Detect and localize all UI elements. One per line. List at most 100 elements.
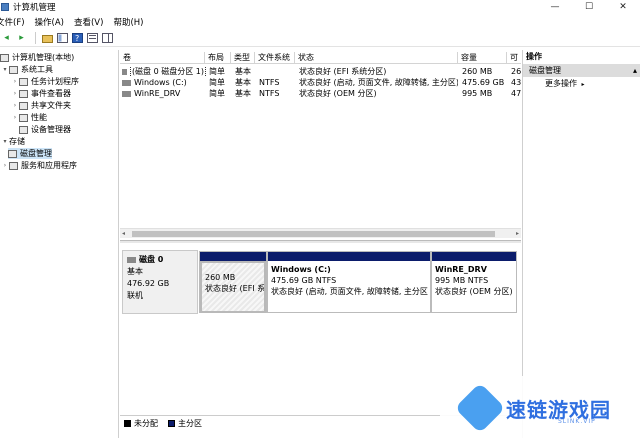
watermark-subtext: SLINK.VIP bbox=[558, 418, 596, 425]
tree-item-label: 存储 bbox=[9, 137, 25, 146]
tree-item-performance[interactable]: › 性能 bbox=[11, 112, 47, 123]
tree-item-device-manager[interactable]: 设备管理器 bbox=[19, 124, 71, 135]
chevron-down-icon[interactable]: ▾ bbox=[1, 66, 9, 73]
disk-icon bbox=[127, 257, 136, 263]
tree-root-label: 计算机管理(本地) bbox=[12, 53, 75, 62]
menu-action[interactable]: 操作(A) bbox=[35, 16, 66, 28]
volume-row[interactable]: WinRE_DRV 简单 基本 NTFS 状态良好 (OEM 分区) 995 M… bbox=[120, 88, 521, 99]
tree-item-label: 共享文件夹 bbox=[31, 101, 71, 110]
volume-type: 基本 bbox=[235, 78, 251, 87]
actions-title: 操作 bbox=[526, 52, 542, 61]
column-header-free[interactable]: 可 bbox=[507, 52, 521, 64]
window-controls: — ☐ ✕ bbox=[538, 0, 640, 14]
chevron-right-icon[interactable]: › bbox=[11, 78, 19, 85]
column-header-capacity[interactable]: 容量 bbox=[458, 52, 507, 64]
column-header-type[interactable]: 类型 bbox=[231, 52, 255, 64]
chevron-right-icon[interactable]: › bbox=[11, 102, 19, 109]
column-header-volume[interactable]: 卷 bbox=[120, 52, 205, 64]
chevron-right-icon[interactable]: › bbox=[1, 162, 9, 169]
scroll-left-icon[interactable]: ◂ bbox=[122, 229, 125, 239]
scrollbar-thumb[interactable] bbox=[132, 231, 495, 237]
tree-item-label: 磁盘管理 bbox=[20, 149, 52, 158]
collapse-icon[interactable]: ▴ bbox=[633, 64, 637, 77]
partition-name: WinRE_DRV bbox=[435, 265, 487, 274]
volume-capacity: 260 MB bbox=[462, 67, 493, 76]
partition-winre[interactable]: WinRE_DRV 995 MB NTFS 状态良好 (OEM 分区) bbox=[431, 251, 517, 313]
horizontal-scrollbar[interactable]: ◂ ▸ bbox=[120, 228, 521, 238]
tree-root[interactable]: 计算机管理(本地) bbox=[0, 52, 74, 63]
column-header-filesystem[interactable]: 文件系统 bbox=[255, 52, 295, 64]
console-tree: 计算机管理(本地) ▾ 系统工具 › 任务计划程序 › 事件查看器 › 共享文件… bbox=[0, 50, 119, 438]
services-icon bbox=[9, 161, 18, 170]
device-manager-icon bbox=[19, 125, 28, 134]
volume-layout: 简单 bbox=[209, 89, 225, 98]
tree-item-storage[interactable]: ▾ 存储 bbox=[1, 136, 25, 147]
tree-item-label: 系统工具 bbox=[21, 65, 53, 74]
disk-state: 联机 bbox=[127, 291, 143, 300]
menu-view[interactable]: 查看(V) bbox=[74, 16, 105, 28]
help-icon[interactable]: ? bbox=[71, 32, 84, 44]
volume-filesystem bbox=[255, 66, 295, 77]
svg-text:?: ? bbox=[75, 34, 79, 43]
chevron-right-icon[interactable]: › bbox=[11, 114, 19, 121]
legend-primary: 主分区 bbox=[178, 419, 202, 428]
back-arrow-icon[interactable]: ◂ bbox=[0, 32, 13, 44]
maximize-button[interactable]: ☐ bbox=[572, 0, 606, 14]
properties-icon[interactable] bbox=[86, 32, 99, 44]
tree-item-label: 任务计划程序 bbox=[31, 77, 79, 86]
chevron-down-icon[interactable]: ▾ bbox=[1, 138, 9, 145]
volume-row[interactable]: (磁盘 0 磁盘分区 1) 简单 基本 状态良好 (EFI 系统分区) 260 … bbox=[120, 66, 521, 77]
folder-up-icon[interactable] bbox=[41, 32, 54, 44]
volume-filesystem: NTFS bbox=[259, 89, 280, 98]
partition-body: Windows (C:) 475.69 GB NTFS 状态良好 (启动, 页面… bbox=[268, 261, 430, 300]
pane-splitter[interactable] bbox=[120, 240, 521, 243]
volume-layout: 简单 bbox=[209, 78, 225, 87]
volume-icon bbox=[122, 68, 127, 75]
partition-status: 状态良好 (EFI 系 bbox=[205, 284, 266, 293]
volume-status: 状态良好 (OEM 分区) bbox=[299, 89, 377, 98]
disk-kind: 基本 bbox=[127, 267, 143, 276]
column-header-layout[interactable]: 布局 bbox=[205, 52, 231, 64]
menu-file[interactable]: 文件(F) bbox=[0, 16, 27, 28]
disk-label[interactable]: 磁盘 0 基本 476.92 GB 联机 bbox=[122, 250, 198, 314]
volume-free: 47 bbox=[511, 89, 521, 98]
actions-section-label: 磁盘管理 bbox=[529, 66, 561, 75]
chevron-right-icon[interactable]: › bbox=[11, 90, 19, 97]
close-button[interactable]: ✕ bbox=[606, 0, 640, 14]
menu-help[interactable]: 帮助(H) bbox=[113, 16, 145, 28]
console-tree-icon[interactable] bbox=[56, 32, 69, 44]
forward-arrow-icon[interactable]: ▸ bbox=[15, 32, 28, 44]
partition-efi[interactable]: 260 MB 状态良好 (EFI 系 bbox=[199, 251, 267, 313]
volume-type: 基本 bbox=[235, 67, 251, 76]
window-title: 计算机管理 bbox=[13, 3, 56, 13]
tree-item-services-apps[interactable]: › 服务和应用程序 bbox=[1, 160, 77, 171]
actions-section-disk-management[interactable]: 磁盘管理 ▴ bbox=[523, 64, 640, 77]
tree-item-system-tools[interactable]: ▾ 系统工具 bbox=[1, 64, 53, 75]
tree-item-event-viewer[interactable]: › 事件查看器 bbox=[11, 88, 71, 99]
watermark: 速链游戏园 SLINK.VIP bbox=[440, 376, 640, 438]
minimize-button[interactable]: — bbox=[538, 0, 572, 14]
tree-item-task-scheduler[interactable]: › 任务计划程序 bbox=[11, 76, 79, 87]
partition-windows[interactable]: Windows (C:) 475.69 GB NTFS 状态良好 (启动, 页面… bbox=[267, 251, 431, 313]
volume-capacity: 995 MB bbox=[462, 89, 493, 98]
tools-icon bbox=[9, 65, 18, 74]
clock-icon bbox=[19, 77, 28, 86]
tree-item-disk-management[interactable]: 磁盘管理 bbox=[8, 148, 52, 159]
volume-capacity: 475.69 GB bbox=[462, 78, 505, 87]
tree-item-label: 性能 bbox=[31, 113, 47, 122]
chevron-right-icon: ▸ bbox=[581, 81, 585, 88]
disk-management-icon bbox=[8, 149, 17, 158]
event-log-icon bbox=[19, 89, 28, 98]
tree-item-shared-folders[interactable]: › 共享文件夹 bbox=[11, 100, 71, 111]
toolbar: ◂ ▸ ? bbox=[0, 29, 640, 47]
disk-name-line: 磁盘 0 bbox=[127, 254, 193, 266]
partition-body: WinRE_DRV 995 MB NTFS 状态良好 (OEM 分区) bbox=[432, 261, 516, 300]
show-hide-icon[interactable] bbox=[101, 32, 114, 44]
scroll-right-icon[interactable]: ▸ bbox=[516, 229, 519, 239]
more-actions-label: 更多操作 bbox=[545, 79, 577, 88]
more-actions-link[interactable]: 更多操作 ▸ bbox=[523, 77, 640, 91]
volume-name: WinRE_DRV bbox=[134, 89, 181, 98]
volume-row[interactable]: Windows (C:) 简单 基本 NTFS 状态良好 (启动, 页面文件, … bbox=[120, 77, 521, 88]
column-header-status[interactable]: 状态 bbox=[295, 52, 458, 64]
watermark-logo-icon bbox=[454, 382, 506, 434]
